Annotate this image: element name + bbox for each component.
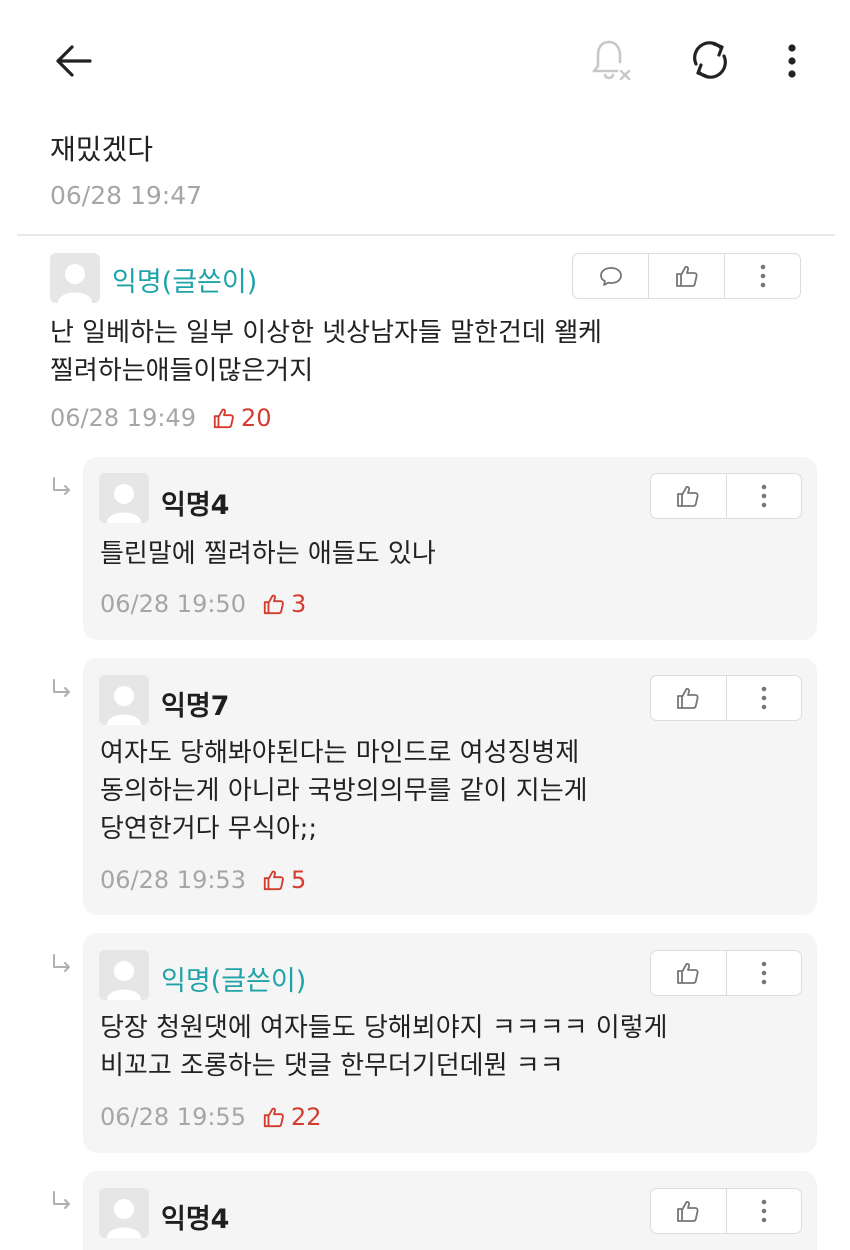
reply-actions (650, 473, 802, 519)
comment-actions (572, 253, 801, 299)
like-count: 3 (262, 590, 306, 618)
like-count-value: 3 (290, 590, 307, 618)
like-count: 5 (262, 866, 306, 894)
reply-meta: 06/28 19:55 22 (100, 1103, 322, 1131)
reply-arrow-icon (53, 679, 70, 697)
more-vertical-icon (761, 1199, 767, 1223)
thumbs-up-icon (677, 962, 699, 984)
reply-timestamp: 06/28 19:55 (100, 1103, 246, 1131)
thumbs-up-icon (677, 687, 699, 709)
comment-timestamp: 06/28 19:49 (50, 404, 196, 432)
like-count-value: 22 (290, 1103, 322, 1131)
avatar (50, 253, 100, 303)
back-arrow-icon[interactable] (48, 38, 98, 84)
more-options-button[interactable] (725, 676, 802, 720)
reply-card: 익명7 여자도 당해봐야된다는 마인드로 여성징병제 동의하는게 아니라 국방의… (83, 658, 817, 915)
reply-timestamp: 06/28 19:50 (100, 590, 246, 618)
more-options-button[interactable] (724, 254, 800, 298)
thumbs-up-icon (677, 1200, 699, 1222)
refresh-icon[interactable] (686, 36, 734, 84)
reply-card: 익명(글쓴이) 당장 청원댓에 여자들도 당해뵈야지 ㅋㅋㅋㅋ 이렇게 비꼬고 … (83, 933, 817, 1153)
comment-author: 익명(글쓴이) (112, 267, 258, 298)
thumbs-up-icon (213, 408, 234, 429)
like-count: 20 (212, 404, 272, 432)
reply-actions (650, 1188, 802, 1234)
reply-arrow-icon (53, 954, 70, 972)
reply-actions (650, 950, 802, 996)
reply-text: 틀린말에 찔려하는 애들도 있나 (100, 539, 436, 569)
divider (17, 234, 835, 236)
like-count: 22 (262, 1103, 322, 1131)
speech-bubble-icon (599, 267, 622, 286)
more-vertical-icon (760, 264, 765, 288)
like-button[interactable] (651, 676, 726, 720)
reply-meta: 06/28 19:53 5 (100, 866, 306, 894)
more-vertical-icon (761, 484, 767, 508)
thumbs-up-icon (263, 594, 284, 615)
avatar (99, 473, 149, 523)
reply-author: 익명4 (161, 490, 230, 521)
reply-button[interactable] (573, 254, 648, 298)
avatar (99, 675, 149, 725)
avatar (99, 1188, 149, 1238)
avatar (99, 950, 149, 1000)
thumbs-up-icon (263, 870, 284, 891)
more-vertical-icon (761, 961, 767, 985)
reply-text: 여자도 당해봐야된다는 마인드로 여성징병제 동의하는게 아니라 국방의의무를 … (100, 738, 588, 844)
reply-card: 익명4 (83, 1171, 817, 1250)
reply-arrow-icon (53, 1191, 70, 1209)
more-options-button[interactable] (725, 1189, 802, 1233)
reply-author: 익명7 (161, 691, 230, 722)
reply-meta: 06/28 19:50 3 (100, 590, 306, 618)
reply-timestamp: 06/28 19:53 (100, 866, 246, 894)
like-count-value: 5 (290, 866, 307, 894)
thumbs-up-icon (677, 485, 699, 507)
like-button[interactable] (648, 254, 724, 298)
reply-text: 당장 청원댓에 여자들도 당해뵈야지 ㅋㅋㅋㅋ 이렇게 비꼬고 조롱하는 댓글 … (100, 1013, 668, 1081)
reply-actions (650, 675, 802, 721)
more-options-button[interactable] (725, 474, 802, 518)
comment-meta: 06/28 19:49 20 (50, 404, 272, 432)
like-button[interactable] (651, 951, 726, 995)
bell-off-icon[interactable] (586, 36, 636, 86)
like-count-value: 20 (240, 404, 272, 432)
reply-author: 익명4 (161, 1204, 230, 1235)
comment-text: 난 일베하는 일부 이상한 넷상남자들 말한건데 왤케 찔려하는애들이많은거지 (50, 318, 602, 386)
top-bar (0, 0, 850, 120)
reply-card: 익명4 틀린말에 찔려하는 애들도 있나 06/28 19:50 3 (83, 457, 817, 640)
like-button[interactable] (651, 474, 726, 518)
reply-arrow-icon (53, 477, 70, 495)
like-button[interactable] (651, 1189, 726, 1233)
post-timestamp: 06/28 19:47 (50, 181, 203, 210)
thumbs-up-icon (263, 1107, 284, 1128)
thumbs-up-icon (675, 265, 698, 287)
more-vertical-icon[interactable] (776, 38, 808, 84)
more-options-button[interactable] (725, 951, 802, 995)
more-vertical-icon (761, 686, 767, 710)
post-body: 재밌겠다 (50, 133, 154, 166)
reply-author: 익명(글쓴이) (161, 966, 307, 997)
